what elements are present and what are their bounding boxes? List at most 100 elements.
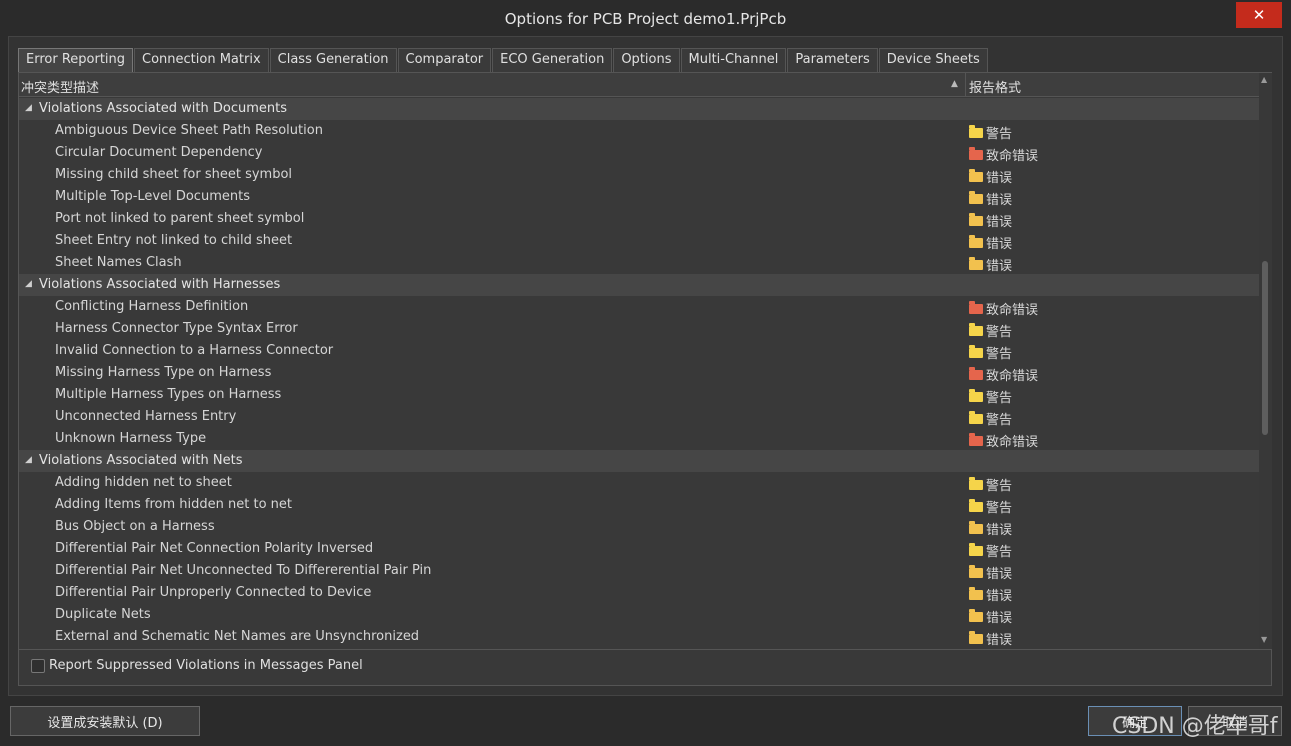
folder-icon	[969, 256, 983, 270]
report-suppressed-label[interactable]: Report Suppressed Violations in Messages…	[49, 658, 363, 673]
report-mode-cell[interactable]: 错误	[969, 563, 1012, 582]
report-mode-cell[interactable]: 警告	[969, 387, 1012, 406]
report-mode-cell[interactable]: 致命错误	[969, 365, 1038, 384]
tab-eco-generation[interactable]: ECO Generation	[492, 48, 613, 72]
folder-icon	[969, 190, 983, 204]
report-mode-cell[interactable]: 警告	[969, 123, 1012, 142]
report-mode-label: 错误	[986, 589, 1013, 604]
violation-label: Circular Document Dependency	[55, 145, 263, 160]
violation-row[interactable]: Unknown Harness Type 致命错误	[19, 428, 1259, 450]
report-mode-cell[interactable]: 错误	[969, 167, 1012, 186]
folder-icon	[969, 300, 983, 314]
report-mode-cell[interactable]: 致命错误	[969, 431, 1038, 450]
violation-label: Harness Connector Type Syntax Error	[55, 321, 298, 336]
tab-comparator[interactable]: Comparator	[397, 48, 492, 72]
report-mode-cell[interactable]: 错误	[969, 629, 1012, 648]
divider	[19, 649, 1271, 650]
report-mode-cell[interactable]: 警告	[969, 321, 1012, 340]
close-button[interactable]: ✕	[1236, 2, 1282, 28]
folder-icon	[969, 476, 983, 490]
violation-row[interactable]: Circular Document Dependency 致命错误	[19, 142, 1259, 164]
report-mode-cell[interactable]: 警告	[969, 475, 1012, 494]
column-header-description[interactable]: 冲突类型描述	[21, 77, 99, 96]
tab-error-reporting[interactable]: Error Reporting	[18, 48, 134, 72]
violation-row[interactable]: Duplicate Nets 错误	[19, 604, 1259, 626]
sort-ascending-icon[interactable]: ▲	[951, 79, 958, 89]
report-mode-label: 致命错误	[986, 149, 1039, 164]
violation-row[interactable]: Unconnected Harness Entry 警告	[19, 406, 1259, 428]
folder-icon	[969, 608, 983, 622]
tab-connection-matrix[interactable]: Connection Matrix	[134, 48, 269, 72]
report-mode-label: 警告	[986, 127, 1013, 142]
set-installation-default-button[interactable]: 设置成安装默认 (D)	[10, 706, 200, 736]
violation-row[interactable]: Sheet Entry not linked to child sheet 错误	[19, 230, 1259, 252]
violation-row[interactable]: Differential Pair Net Unconnected To Dif…	[19, 560, 1259, 582]
tab-device-sheets[interactable]: Device Sheets	[878, 48, 988, 72]
column-header-report-mode[interactable]: 报告格式	[969, 77, 1021, 96]
report-mode-cell[interactable]: 警告	[969, 497, 1012, 516]
tab-class-generation[interactable]: Class Generation	[269, 48, 397, 72]
folder-icon	[969, 432, 983, 446]
report-mode-cell[interactable]: 错误	[969, 519, 1012, 538]
collapse-triangle-icon[interactable]: ◢	[25, 455, 32, 465]
report-mode-label: 致命错误	[986, 303, 1039, 318]
report-mode-cell[interactable]: 错误	[969, 233, 1012, 252]
scroll-up-icon[interactable]: ▲	[1261, 75, 1267, 84]
violation-row[interactable]: Differential Pair Unproperly Connected t…	[19, 582, 1259, 604]
tab-parameters[interactable]: Parameters	[787, 48, 878, 72]
violation-row[interactable]: Bus Object on a Harness 错误	[19, 516, 1259, 538]
folder-icon	[969, 388, 983, 402]
collapse-triangle-icon[interactable]: ◢	[25, 103, 32, 113]
report-mode-label: 警告	[986, 501, 1013, 516]
violation-label: Bus Object on a Harness	[55, 519, 215, 534]
report-mode-label: 错误	[986, 633, 1013, 648]
violation-label: Multiple Harness Types on Harness	[55, 387, 282, 402]
violation-list: ◢ Violations Associated with Documents Amb…	[19, 98, 1259, 648]
group-row[interactable]: ◢ Violations Associated with Nets	[19, 450, 1259, 472]
report-suppressed-checkbox[interactable]	[31, 659, 45, 673]
violation-label: Multiple Top-Level Documents	[55, 189, 250, 204]
tab-options[interactable]: Options	[613, 48, 680, 72]
report-mode-cell[interactable]: 错误	[969, 255, 1012, 274]
violation-row[interactable]: Invalid Connection to a Harness Connecto…	[19, 340, 1259, 362]
collapse-triangle-icon[interactable]: ◢	[25, 279, 32, 289]
violation-row[interactable]: Adding hidden net to sheet 警告	[19, 472, 1259, 494]
violation-row[interactable]: Port not linked to parent sheet symbol 错误	[19, 208, 1259, 230]
report-mode-label: 错误	[986, 523, 1013, 538]
violation-row[interactable]: Missing Harness Type on Harness 致命错误	[19, 362, 1259, 384]
group-row[interactable]: ◢ Violations Associated with Harnesses	[19, 274, 1259, 296]
scroll-down-icon[interactable]: ▼	[1261, 635, 1267, 644]
watermark: CSDN @佬车哥f	[1112, 714, 1278, 739]
report-mode-cell[interactable]: 警告	[969, 409, 1012, 428]
violation-row[interactable]: Harness Connector Type Syntax Error 警告	[19, 318, 1259, 340]
report-mode-cell[interactable]: 错误	[969, 189, 1012, 208]
vertical-scrollbar[interactable]: ▲ ▼	[1259, 73, 1272, 649]
report-mode-cell[interactable]: 错误	[969, 211, 1012, 230]
report-mode-cell[interactable]: 错误	[969, 585, 1012, 604]
report-mode-cell[interactable]: 警告	[969, 343, 1012, 362]
report-mode-cell[interactable]: 致命错误	[969, 299, 1038, 318]
folder-icon	[969, 212, 983, 226]
folder-icon	[969, 344, 983, 358]
violation-row[interactable]: Multiple Top-Level Documents 错误	[19, 186, 1259, 208]
violation-row[interactable]: External and Schematic Net Names are Uns…	[19, 626, 1259, 648]
violation-label: Missing Harness Type on Harness	[55, 365, 272, 380]
column-divider[interactable]	[965, 73, 966, 97]
group-row[interactable]: ◢ Violations Associated with Documents	[19, 98, 1259, 120]
violation-row[interactable]: Sheet Names Clash 错误	[19, 252, 1259, 274]
tab-multi-channel[interactable]: Multi-Channel	[680, 48, 787, 72]
report-mode-cell[interactable]: 错误	[969, 607, 1012, 626]
group-label: Violations Associated with Documents	[39, 101, 287, 116]
violation-row[interactable]: Conflicting Harness Definition 致命错误	[19, 296, 1259, 318]
close-icon: ✕	[1252, 6, 1266, 24]
scrollbar-thumb[interactable]	[1262, 261, 1268, 435]
violation-label: Invalid Connection to a Harness Connecto…	[55, 343, 334, 358]
violation-row[interactable]: Differential Pair Net Connection Polarit…	[19, 538, 1259, 560]
violation-row[interactable]: Adding Items from hidden net to net 警告	[19, 494, 1259, 516]
report-mode-cell[interactable]: 警告	[969, 541, 1012, 560]
violation-row[interactable]: Missing child sheet for sheet symbol 错误	[19, 164, 1259, 186]
report-mode-label: 错误	[986, 259, 1013, 274]
report-mode-cell[interactable]: 致命错误	[969, 145, 1038, 164]
violation-row[interactable]: Multiple Harness Types on Harness 警告	[19, 384, 1259, 406]
violation-row[interactable]: Ambiguous Device Sheet Path Resolution 警告	[19, 120, 1259, 142]
